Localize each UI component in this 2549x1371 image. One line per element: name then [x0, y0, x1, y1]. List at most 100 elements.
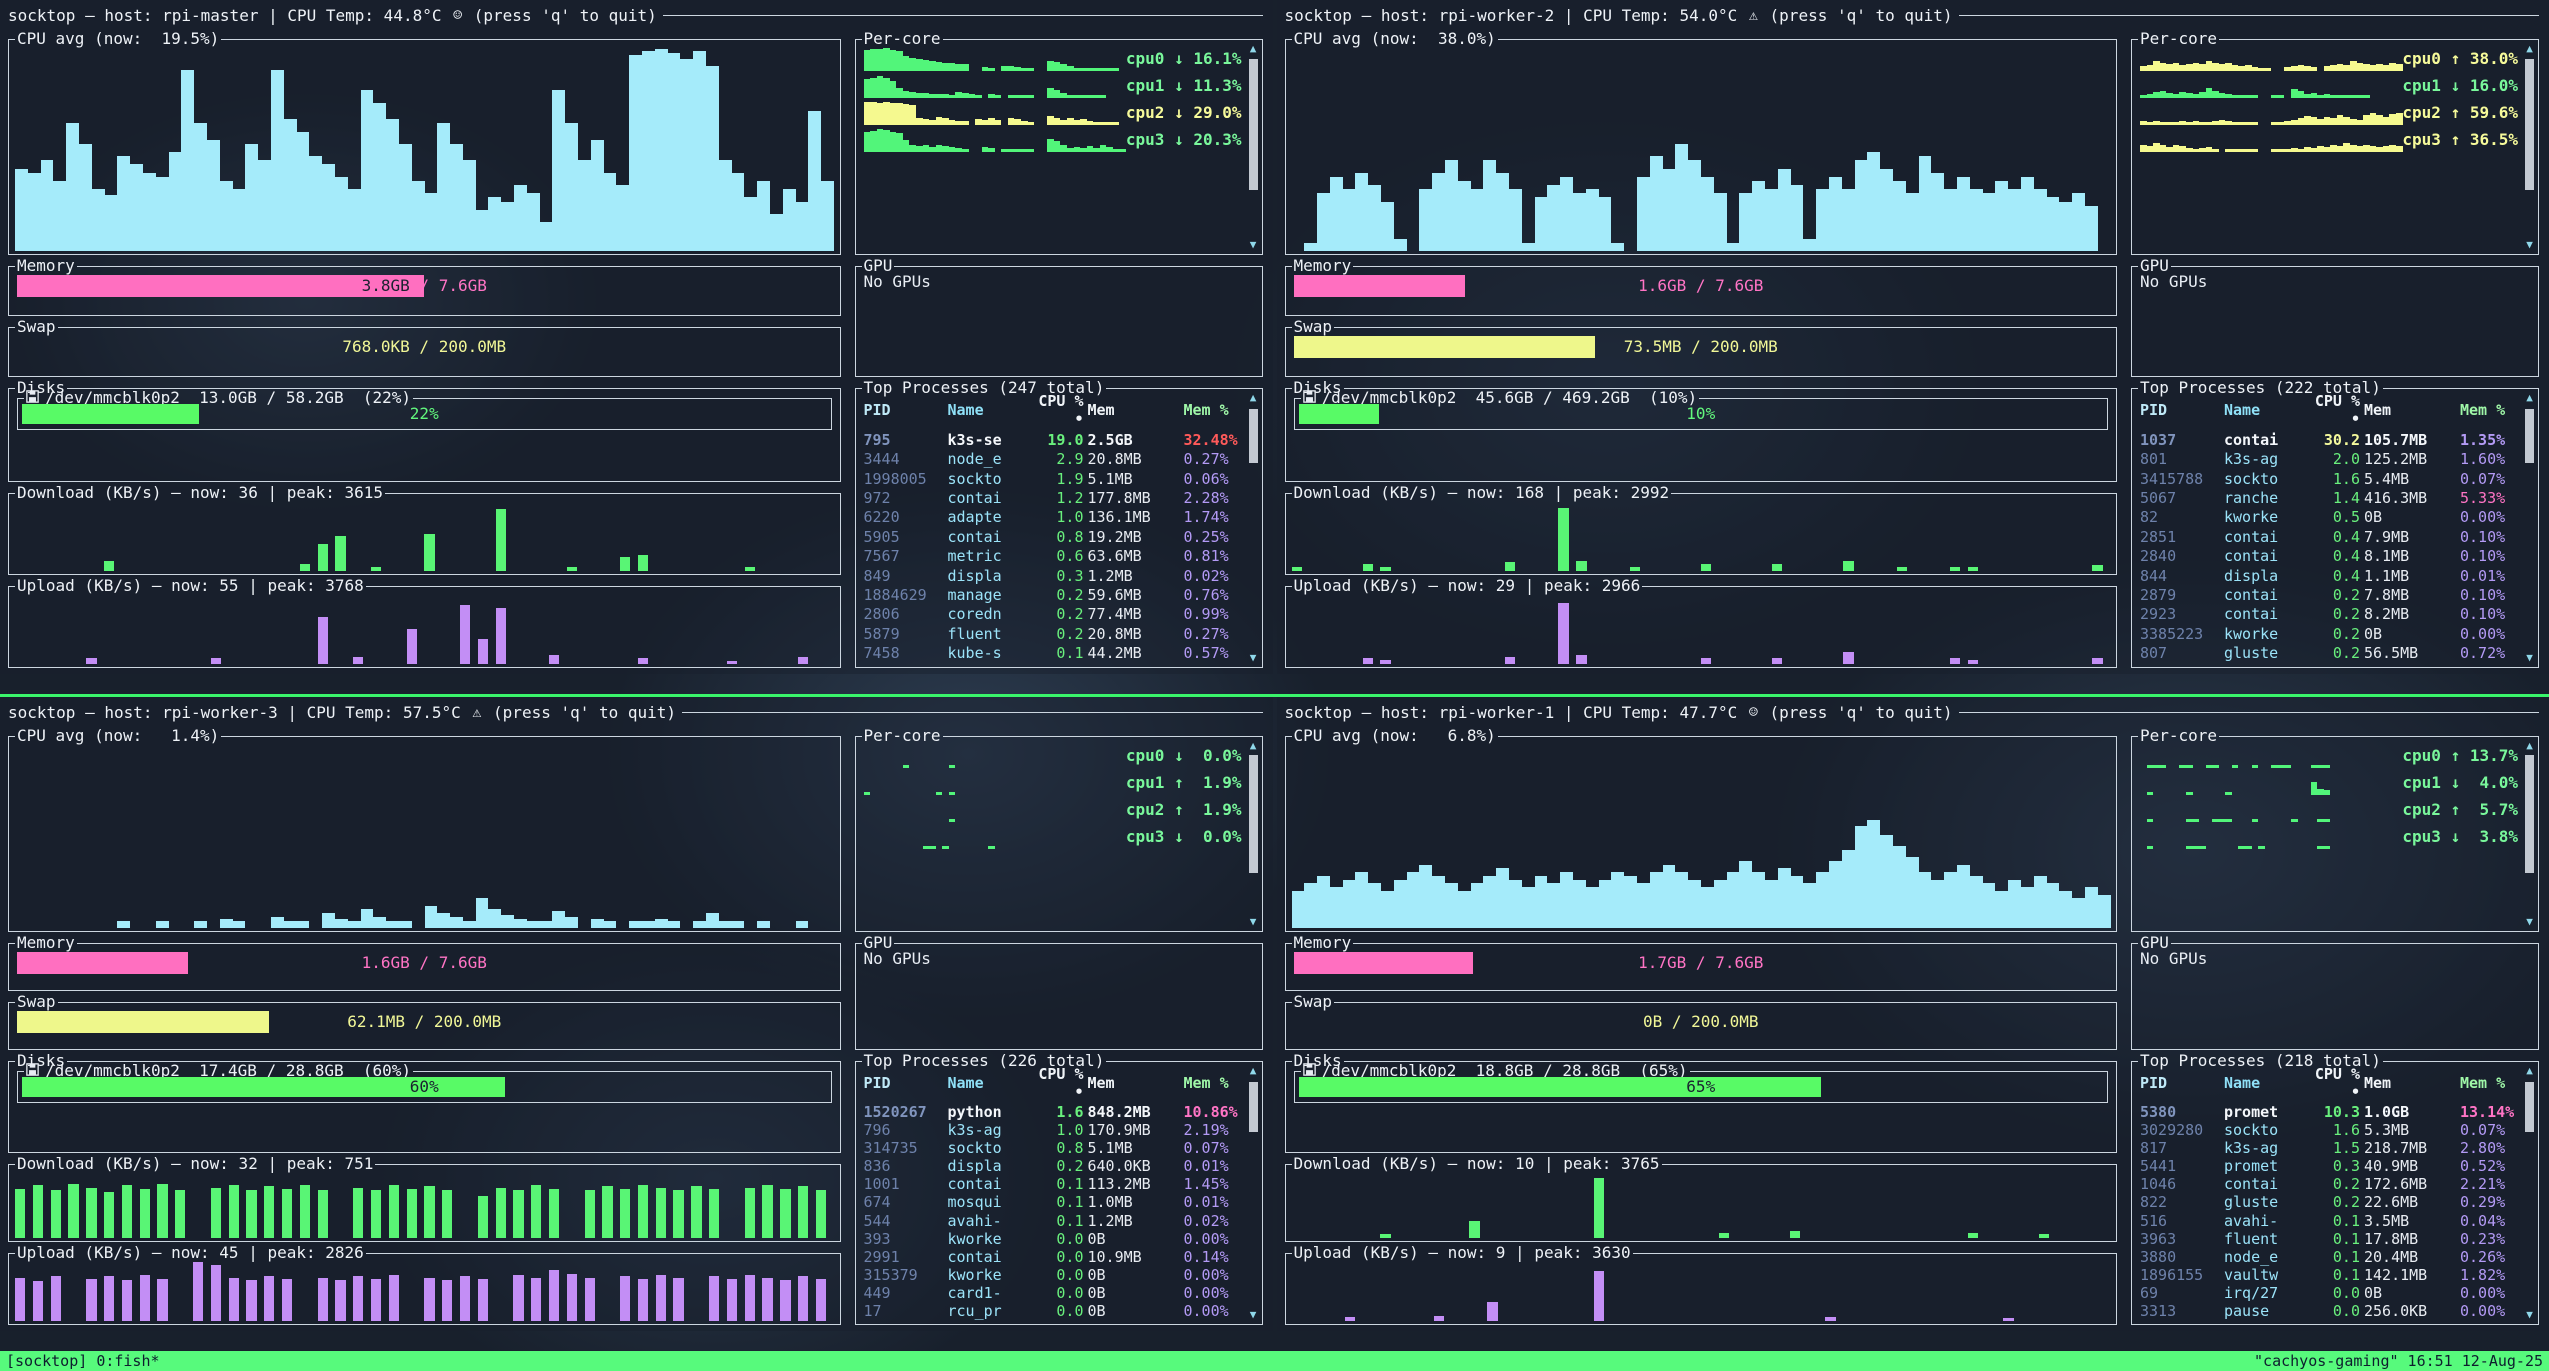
col-mem[interactable]: Mem	[2364, 401, 2456, 419]
process-row[interactable]: 449card1-0.00B0.00%	[864, 1284, 1244, 1302]
col-mem-percent[interactable]: Mem %	[1184, 401, 1244, 419]
col-name[interactable]: Name	[2224, 401, 2296, 419]
socktop-pane[interactable]: socktop — host: rpi-worker-3 | CPU Temp:…	[0, 697, 1273, 1331]
process-row[interactable]: 5380promet10.31.0GB13.14%	[2140, 1103, 2520, 1121]
process-row[interactable]: 3880node_e0.120.4MB0.26%	[2140, 1248, 2520, 1266]
process-row[interactable]: 1896155vaultw0.1142.1MB1.82%	[2140, 1266, 2520, 1284]
process-row[interactable]: 844displa0.41.1MB0.01%	[2140, 566, 2520, 585]
col-cpu[interactable]: CPU % •	[1024, 392, 1084, 428]
process-row[interactable]: 3444node_e2.920.8MB0.27%	[864, 449, 1244, 468]
process-row[interactable]: 3029280sockto1.65.3MB0.07%	[2140, 1121, 2520, 1139]
scroll-up-icon[interactable]: ▲	[1250, 42, 1257, 55]
col-pid[interactable]: PID	[864, 401, 944, 419]
col-mem[interactable]: Mem	[1088, 401, 1180, 419]
process-row[interactable]: 1046contai0.2172.6MB2.21%	[2140, 1175, 2520, 1193]
scroll-up-icon[interactable]: ▲	[2526, 739, 2533, 752]
process-row[interactable]: 17rcu_pr0.00B0.00%	[864, 1302, 1244, 1320]
per-core-scrollbar[interactable]: ▲▼	[2523, 739, 2536, 928]
process-row[interactable]: 2840contai0.48.1MB0.10%	[2140, 546, 2520, 565]
process-row[interactable]: 972contai1.2177.8MB2.28%	[864, 488, 1244, 507]
scroll-track[interactable]	[2525, 1077, 2534, 1308]
process-row[interactable]: 1001contai0.1113.2MB1.45%	[864, 1175, 1244, 1193]
window-item-fish[interactable]: 0:fish*	[96, 1352, 159, 1370]
process-row[interactable]: 817k3s-ag1.5218.7MB2.80%	[2140, 1139, 2520, 1157]
process-row[interactable]: 5905contai0.819.2MB0.25%	[864, 527, 1244, 546]
scroll-up-icon[interactable]: ▲	[1250, 1064, 1257, 1077]
scroll-down-icon[interactable]: ▼	[1250, 915, 1257, 928]
per-core-scrollbar[interactable]: ▲▼	[1247, 739, 1260, 928]
process-row[interactable]: 2923contai0.28.2MB0.10%	[2140, 605, 2520, 624]
process-row[interactable]: 849displa0.31.2MB0.02%	[864, 566, 1244, 585]
process-row[interactable]: 1884629manage0.259.6MB0.76%	[864, 585, 1244, 604]
process-row[interactable]: 315379kworke0.00B0.00%	[864, 1266, 1244, 1284]
scroll-down-icon[interactable]: ▼	[1250, 238, 1257, 251]
process-row[interactable]: 796k3s-ag1.0170.9MB2.19%	[864, 1121, 1244, 1139]
scroll-down-icon[interactable]: ▼	[1250, 1308, 1257, 1321]
socktop-pane[interactable]: socktop — host: rpi-worker-2 | CPU Temp:…	[1277, 0, 2549, 674]
process-scrollbar[interactable]: ▲▼	[2523, 391, 2536, 664]
process-row[interactable]: 3963fluent0.117.8MB0.23%	[2140, 1230, 2520, 1248]
scroll-track[interactable]	[1249, 1077, 1258, 1308]
socktop-pane[interactable]: socktop — host: rpi-master | CPU Temp: 4…	[0, 0, 1273, 674]
scroll-thumb[interactable]	[1249, 59, 1258, 191]
col-name[interactable]: Name	[2224, 1074, 2296, 1092]
process-row[interactable]: 822gluste0.222.6MB0.29%	[2140, 1193, 2520, 1211]
process-row[interactable]: 807gluste0.256.5MB0.72%	[2140, 644, 2520, 663]
col-name[interactable]: Name	[948, 1074, 1020, 1092]
scroll-up-icon[interactable]: ▲	[2526, 42, 2533, 55]
scroll-down-icon[interactable]: ▼	[1250, 651, 1257, 664]
process-row[interactable]: 544avahi-0.11.2MB0.02%	[864, 1212, 1244, 1230]
scroll-up-icon[interactable]: ▲	[1250, 739, 1257, 752]
scroll-thumb[interactable]	[1249, 409, 1258, 463]
col-name[interactable]: Name	[948, 401, 1020, 419]
col-mem[interactable]: Mem	[2364, 1074, 2456, 1092]
process-scrollbar[interactable]: ▲▼	[1247, 1064, 1260, 1321]
process-row[interactable]: 3415788sockto1.65.4MB0.07%	[2140, 469, 2520, 488]
col-mem[interactable]: Mem	[1088, 1074, 1180, 1092]
process-row[interactable]: 3385223kworke0.20B0.00%	[2140, 624, 2520, 643]
scroll-down-icon[interactable]: ▼	[2526, 238, 2533, 251]
process-row[interactable]: 5441promet0.340.9MB0.52%	[2140, 1157, 2520, 1175]
scroll-thumb[interactable]	[2525, 755, 2534, 872]
process-row[interactable]: 1520267python1.6848.2MB10.86%	[864, 1103, 1244, 1121]
scroll-up-icon[interactable]: ▲	[2526, 1064, 2533, 1077]
process-row[interactable]: 2851contai0.47.9MB0.10%	[2140, 527, 2520, 546]
process-row[interactable]: 69irq/270.00B0.00%	[2140, 1284, 2520, 1302]
process-row[interactable]: 516avahi-0.13.5MB0.04%	[2140, 1212, 2520, 1230]
process-scrollbar[interactable]: ▲▼	[1247, 391, 1260, 664]
col-cpu[interactable]: CPU % •	[1024, 1065, 1084, 1101]
per-core-scrollbar[interactable]: ▲▼	[1247, 42, 1260, 251]
col-mem-percent[interactable]: Mem %	[2460, 1074, 2520, 1092]
scroll-track[interactable]	[1249, 404, 1258, 651]
scroll-down-icon[interactable]: ▼	[2526, 1308, 2533, 1321]
process-row[interactable]: 801k3s-ag2.0125.2MB1.60%	[2140, 449, 2520, 468]
scroll-up-icon[interactable]: ▲	[2526, 391, 2533, 404]
scroll-track[interactable]	[1249, 752, 1258, 915]
scroll-thumb[interactable]	[1249, 755, 1258, 872]
process-row[interactable]: 7458kube-s0.144.2MB0.57%	[864, 644, 1244, 663]
process-row[interactable]: 1037contai30.2105.7MB1.35%	[2140, 430, 2520, 449]
per-core-scrollbar[interactable]: ▲▼	[2523, 42, 2536, 251]
process-row[interactable]: 6220adapte1.0136.1MB1.74%	[864, 508, 1244, 527]
scroll-thumb[interactable]	[2525, 1082, 2534, 1133]
process-row[interactable]: 393kworke0.00B0.00%	[864, 1230, 1244, 1248]
process-row[interactable]: 314735sockto0.85.1MB0.07%	[864, 1139, 1244, 1157]
scroll-thumb[interactable]	[1249, 1082, 1258, 1133]
process-row[interactable]: 5067ranche1.4416.3MB5.33%	[2140, 488, 2520, 507]
process-row[interactable]: 674mosqui0.11.0MB0.01%	[864, 1193, 1244, 1211]
col-pid[interactable]: PID	[864, 1074, 944, 1092]
scroll-down-icon[interactable]: ▼	[2526, 651, 2533, 664]
col-mem-percent[interactable]: Mem %	[2460, 401, 2520, 419]
scroll-track[interactable]	[2525, 752, 2534, 915]
col-cpu[interactable]: CPU % •	[2300, 1065, 2360, 1101]
scroll-track[interactable]	[1249, 55, 1258, 238]
scroll-track[interactable]	[2525, 55, 2534, 238]
col-mem-percent[interactable]: Mem %	[1184, 1074, 1244, 1092]
scroll-thumb[interactable]	[2525, 59, 2534, 191]
process-row[interactable]: 2879contai0.27.8MB0.10%	[2140, 585, 2520, 604]
col-pid[interactable]: PID	[2140, 401, 2220, 419]
process-row[interactable]: 836displa0.2640.0KB0.01%	[864, 1157, 1244, 1175]
socktop-pane[interactable]: socktop — host: rpi-worker-1 | CPU Temp:…	[1277, 697, 2549, 1331]
process-row[interactable]: 2806coredn0.277.4MB0.99%	[864, 605, 1244, 624]
col-pid[interactable]: PID	[2140, 1074, 2220, 1092]
